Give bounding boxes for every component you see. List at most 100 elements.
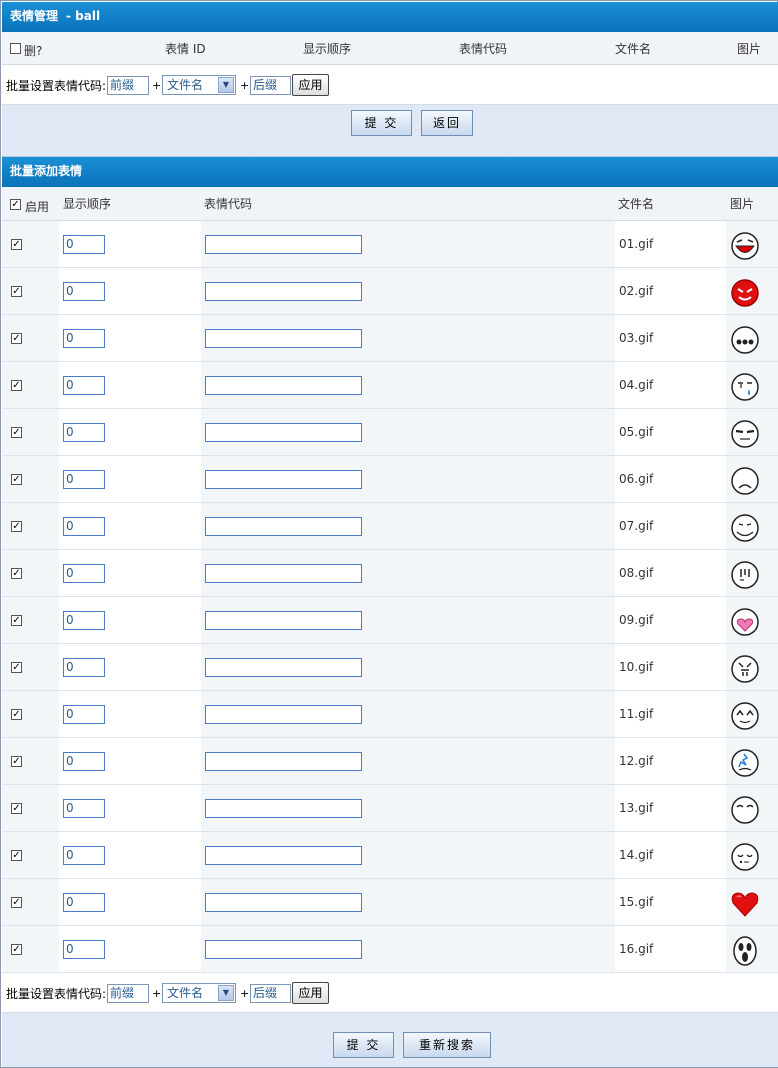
order-input[interactable]: 0	[63, 423, 105, 442]
header-image: 图片	[730, 197, 755, 211]
code-input[interactable]	[205, 658, 362, 677]
header-image: 图片	[737, 42, 762, 56]
code-input[interactable]	[205, 517, 362, 536]
scream-face-icon	[730, 936, 760, 966]
drool-face-icon	[730, 513, 760, 543]
prefix-input[interactable]: 前缀	[107, 984, 149, 1003]
code-input[interactable]	[205, 235, 362, 254]
enable-checkbox[interactable]: ✓	[11, 897, 22, 908]
code-input[interactable]	[205, 376, 362, 395]
enable-checkbox[interactable]: ✓	[11, 709, 22, 720]
order-input[interactable]: 0	[63, 611, 105, 630]
table-row: ✓ 0 12.gif	[2, 738, 778, 785]
enable-all-checkbox[interactable]: ✓	[10, 199, 21, 210]
submit-button[interactable]: 提 交	[333, 1032, 394, 1058]
enable-checkbox[interactable]: ✓	[11, 850, 22, 861]
order-input[interactable]: 0	[63, 658, 105, 677]
filename-label: 03.gif	[619, 331, 654, 345]
order-input[interactable]: 0	[63, 564, 105, 583]
table-row: ✓ 0 10.gif	[2, 644, 778, 691]
submit-button[interactable]: 提 交	[351, 110, 412, 136]
order-input[interactable]: 0	[63, 752, 105, 771]
enable-checkbox[interactable]: ✓	[11, 239, 22, 250]
order-input[interactable]: 0	[63, 846, 105, 865]
header-id: 表情 ID	[165, 42, 206, 56]
apply-button[interactable]: 应用	[292, 74, 329, 96]
table-row: ✓ 0 03.gif	[2, 315, 778, 362]
enable-checkbox[interactable]: ✓	[11, 474, 22, 485]
enable-checkbox[interactable]: ✓	[11, 662, 22, 673]
filename-label: 13.gif	[619, 801, 654, 815]
order-input[interactable]: 0	[63, 470, 105, 489]
heart-icon	[730, 889, 760, 919]
code-input[interactable]	[205, 329, 362, 348]
enable-checkbox[interactable]: ✓	[11, 521, 22, 532]
grin-face-icon	[730, 231, 760, 261]
code-input[interactable]	[205, 846, 362, 865]
header-code: 表情代码	[204, 197, 253, 211]
cool-face-icon	[730, 419, 760, 449]
love-face-icon	[730, 607, 760, 637]
sad-face-icon	[730, 466, 760, 496]
code-input[interactable]	[205, 940, 362, 959]
filename-label: 15.gif	[619, 895, 654, 909]
code-input[interactable]	[205, 564, 362, 583]
code-input[interactable]	[205, 470, 362, 489]
ellipsis-face-icon	[730, 325, 760, 355]
filename-select[interactable]: 文件名 ▼	[162, 983, 236, 1003]
filename-label: 06.gif	[619, 472, 654, 486]
enable-checkbox[interactable]: ✓	[11, 380, 22, 391]
filename-label: 04.gif	[619, 378, 654, 392]
angry-face-icon	[730, 654, 760, 684]
enable-checkbox[interactable]: ✓	[11, 803, 22, 814]
code-input[interactable]	[205, 611, 362, 630]
code-input[interactable]	[205, 752, 362, 771]
filename-select-value: 文件名	[167, 78, 204, 92]
code-input[interactable]	[205, 705, 362, 724]
code-input[interactable]	[205, 893, 362, 912]
manage-table-header: 删? 表情 ID 显示顺序 表情代码 文件名 图片	[2, 32, 778, 65]
code-input[interactable]	[205, 423, 362, 442]
section-title-batch-add: 批量添加表情	[10, 164, 83, 178]
table-row: ✓ 0 01.gif	[2, 221, 778, 268]
suffix-input[interactable]: 后缀	[250, 76, 291, 95]
order-input[interactable]: 0	[63, 799, 105, 818]
batch-label: 批量设置表情代码:	[6, 79, 107, 93]
order-input[interactable]: 0	[63, 329, 105, 348]
table-row: ✓ 0 04.gif	[2, 362, 778, 409]
code-input[interactable]	[205, 282, 362, 301]
batch-code-row-1: 批量设置表情代码: 前缀 + 文件名 ▼ + 后缀 应用	[2, 65, 778, 105]
order-input[interactable]: 0	[63, 893, 105, 912]
header-filename: 文件名	[615, 42, 652, 56]
batch-label: 批量设置表情代码:	[6, 987, 107, 1001]
filename-label: 08.gif	[619, 566, 654, 580]
suffix-input[interactable]: 后缀	[250, 984, 291, 1003]
smirk-face-icon	[730, 795, 760, 825]
apply-button[interactable]: 应用	[292, 982, 329, 1004]
delete-all-checkbox[interactable]	[10, 43, 21, 54]
section-header-batch-add: 批量添加表情	[2, 157, 778, 187]
order-input[interactable]: 0	[63, 705, 105, 724]
enable-checkbox[interactable]: ✓	[11, 756, 22, 767]
order-input[interactable]: 0	[63, 940, 105, 959]
plus-sign: +	[152, 79, 162, 92]
order-input[interactable]: 0	[63, 235, 105, 254]
table-row: ✓ 0 11.gif	[2, 691, 778, 738]
filename-select-value: 文件名	[167, 986, 204, 1000]
order-input[interactable]: 0	[63, 376, 105, 395]
enable-checkbox[interactable]: ✓	[11, 615, 22, 626]
enable-checkbox[interactable]: ✓	[11, 568, 22, 579]
enable-checkbox[interactable]: ✓	[11, 286, 22, 297]
section-header-manage: 表情管理 - ball	[2, 2, 778, 32]
enable-checkbox[interactable]: ✓	[11, 944, 22, 955]
code-input[interactable]	[205, 799, 362, 818]
order-input[interactable]: 0	[63, 517, 105, 536]
prefix-input[interactable]: 前缀	[107, 76, 149, 95]
filename-select[interactable]: 文件名 ▼	[162, 75, 236, 95]
enable-checkbox[interactable]: ✓	[11, 427, 22, 438]
research-button[interactable]: 重新搜索	[403, 1032, 491, 1058]
back-button[interactable]: 返回	[421, 110, 473, 136]
table-row: ✓ 0 14.gif	[2, 832, 778, 879]
enable-checkbox[interactable]: ✓	[11, 333, 22, 344]
order-input[interactable]: 0	[63, 282, 105, 301]
